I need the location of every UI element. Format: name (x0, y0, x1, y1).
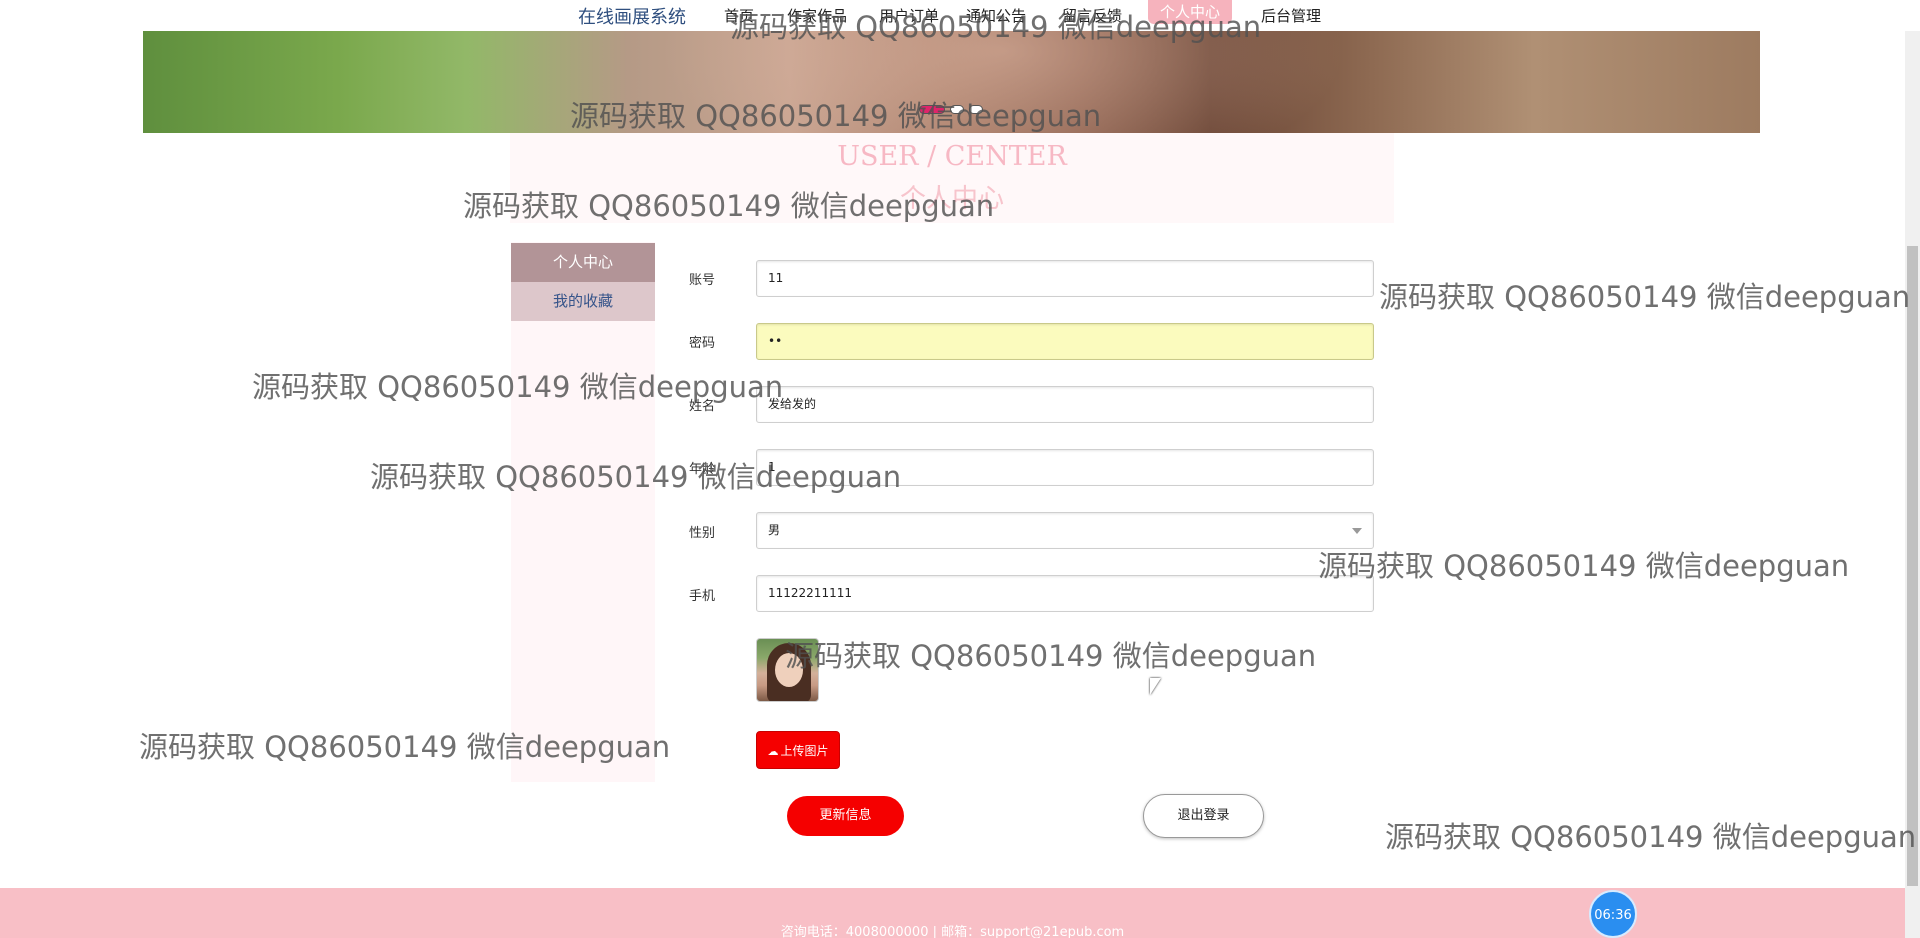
phone-label: 手机 (689, 589, 716, 604)
account-label: 账号 (689, 273, 716, 288)
watermark: 源码获取 QQ86050149 微信deepguan (252, 370, 784, 404)
upload-image-label: 上传图片 (780, 744, 829, 758)
scrollbar-thumb[interactable] (1907, 246, 1918, 886)
watermark: 源码获取 QQ86050149 微信deepguan (1385, 820, 1917, 854)
watermark: 源码获取 QQ86050149 微信deepguan (463, 189, 995, 223)
watermark: 源码获取 QQ86050149 微信deepguan (785, 639, 1317, 673)
watermark: 源码获取 QQ86050149 微信deepguan (730, 10, 1262, 44)
floating-clock[interactable]: 06:36 (1589, 890, 1637, 938)
password-label: 密码 (689, 336, 716, 351)
name-field[interactable]: 发给发的 (756, 386, 1374, 423)
chevron-down-icon (1352, 528, 1362, 534)
password-field[interactable]: •• (756, 323, 1374, 360)
scrollbar[interactable] (1905, 0, 1920, 938)
watermark: 源码获取 QQ86050149 微信deepguan (1379, 280, 1911, 314)
watermark: 源码获取 QQ86050149 微信deepguan (1318, 549, 1850, 583)
page-title-en: USER / CENTER (837, 141, 1067, 172)
update-info-button[interactable]: 更新信息 (787, 796, 904, 836)
nav-item-admin[interactable]: 后台管理 (1261, 5, 1321, 26)
upload-image-button[interactable]: ☁ 上传图片 (756, 731, 840, 769)
sidebar-item-user-center[interactable]: 个人中心 (511, 243, 655, 282)
site-brand[interactable]: 在线画展系统 (578, 3, 686, 29)
mouse-cursor-icon (1150, 678, 1161, 695)
watermark: 源码获取 QQ86050149 微信deepguan (570, 99, 1102, 133)
phone-field[interactable]: 11122211111 (756, 575, 1374, 612)
account-field[interactable]: 11 (756, 260, 1374, 297)
gender-label: 性别 (689, 526, 716, 541)
watermark: 源码获取 QQ86050149 微信deepguan (139, 730, 671, 764)
logout-button[interactable]: 退出登录 (1143, 794, 1264, 838)
gender-selected-value: 男 (768, 523, 781, 537)
gender-select[interactable]: 男 (756, 512, 1374, 549)
cloud-upload-icon: ☁ (767, 745, 779, 758)
sidebar-item-favorites[interactable]: 我的收藏 (511, 282, 655, 321)
watermark: 源码获取 QQ86050149 微信deepguan (370, 460, 902, 494)
sidebar (511, 242, 655, 782)
